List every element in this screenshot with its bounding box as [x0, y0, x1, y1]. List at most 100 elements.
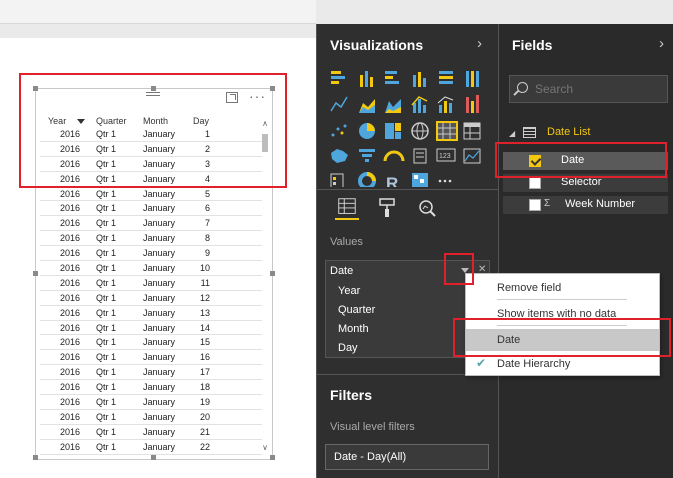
- fields-tab-icon[interactable]: [335, 196, 359, 220]
- svg-text:R: R: [386, 174, 398, 187]
- collapse-fields-icon[interactable]: ›: [659, 35, 664, 52]
- well-item-quarter[interactable]: Quarter: [338, 304, 375, 316]
- cell-month: January: [143, 203, 176, 214]
- 100-column-icon: [466, 71, 479, 87]
- table-row[interactable]: 2016 Qtr 1 January 14: [40, 321, 262, 336]
- multi-row-card-icon: [413, 148, 427, 164]
- annotation-box-table: [19, 73, 287, 188]
- table-row[interactable]: 2016 Qtr 1 January 17: [40, 365, 262, 381]
- well-item-year[interactable]: Year: [338, 285, 360, 297]
- resize-handle[interactable]: [270, 271, 275, 276]
- table-row[interactable]: 2016 Qtr 1 January 12: [40, 291, 262, 306]
- more-visuals-icon: [438, 179, 452, 183]
- card-icon: 123: [436, 148, 456, 162]
- scroll-down-icon[interactable]: ∨: [261, 444, 269, 452]
- cell-quarter: Qtr 1: [96, 426, 117, 437]
- search-icon: [517, 82, 528, 93]
- cell-month: January: [143, 411, 176, 422]
- cell-year: 2016: [59, 411, 80, 422]
- table-row[interactable]: 2016 Qtr 1 January 16: [40, 350, 262, 366]
- resize-handle[interactable]: [151, 455, 156, 460]
- expand-caret-icon[interactable]: ◢: [509, 129, 515, 138]
- cell-year: 2016: [59, 322, 80, 333]
- cell-day: 22: [199, 441, 210, 452]
- format-paint-roller-icon[interactable]: [375, 196, 399, 220]
- resize-handle[interactable]: [33, 271, 38, 276]
- cell-quarter: Qtr 1: [96, 218, 117, 229]
- cell-quarter: Qtr 1: [96, 441, 117, 452]
- cell-year: 2016: [59, 248, 80, 259]
- table-row[interactable]: 2016 Qtr 1 January 9: [40, 246, 262, 262]
- cell-quarter: Qtr 1: [96, 203, 117, 214]
- table-row[interactable]: 2016 Qtr 1 January 20: [40, 410, 262, 425]
- collapse-visualizations-icon[interactable]: ›: [477, 35, 482, 52]
- table-row[interactable]: 2016 Qtr 1 January 5: [40, 187, 262, 202]
- menu-remove-field[interactable]: Remove field: [466, 277, 659, 299]
- table-row[interactable]: 2016 Qtr 1 January 21: [40, 425, 262, 440]
- table-row[interactable]: 2016 Qtr 1 January 19: [40, 395, 262, 410]
- cell-day: 10: [199, 263, 210, 274]
- line-clustered-icon: [437, 96, 454, 113]
- table-row[interactable]: 2016 Qtr 1 January 10: [40, 261, 262, 276]
- filter-card-day[interactable]: Date - Day(All): [325, 444, 489, 470]
- cell-month: January: [143, 441, 176, 452]
- cell-day: 9: [204, 248, 210, 259]
- table-row[interactable]: 2016 Qtr 1 January 7: [40, 216, 262, 232]
- cell-quarter: Qtr 1: [96, 277, 117, 288]
- line-chart-icon: [330, 96, 348, 112]
- table-row[interactable]: 2016 Qtr 1 January 6: [40, 201, 262, 217]
- ribbon-chart-icon: [466, 95, 479, 113]
- table-row[interactable]: 2016 Qtr 1 January 22: [40, 440, 262, 455]
- viz-tab-bar: [317, 190, 499, 226]
- cell-day: 20: [199, 411, 210, 422]
- table-row[interactable]: 2016 Qtr 1 January 11: [40, 276, 262, 291]
- fields-search-box[interactable]: [509, 75, 668, 103]
- check-icon: ✔: [476, 356, 487, 370]
- cell-month: January: [143, 307, 176, 318]
- annotation-box-dropdown: [444, 253, 474, 285]
- well-item-day[interactable]: Day: [338, 342, 358, 354]
- field-checkbox[interactable]: [529, 177, 541, 189]
- clustered-bar-icon: [385, 71, 399, 84]
- table-row[interactable]: 2016 Qtr 1 January 8: [40, 231, 262, 247]
- cell-year: 2016: [59, 203, 80, 214]
- table-icon: [523, 127, 536, 138]
- cell-year: 2016: [59, 277, 80, 288]
- gauge-icon: [383, 150, 405, 162]
- treemap-icon: [385, 123, 401, 139]
- cell-month: January: [143, 426, 176, 437]
- field-week-number[interactable]: Σ Week Number: [503, 196, 668, 214]
- menu-label: Date Hierarchy: [497, 358, 571, 370]
- cell-year: 2016: [59, 233, 80, 244]
- cell-day: 21: [199, 426, 210, 437]
- resize-handle[interactable]: [270, 455, 275, 460]
- cell-quarter: Qtr 1: [96, 352, 117, 363]
- resize-handle[interactable]: [33, 455, 38, 460]
- scatter-chart-icon: [331, 124, 347, 137]
- cell-day: 17: [199, 367, 210, 378]
- filled-map-icon: [331, 149, 348, 163]
- cell-quarter: Qtr 1: [96, 188, 117, 199]
- cell-year: 2016: [59, 426, 80, 437]
- cell-quarter: Qtr 1: [96, 367, 117, 378]
- cell-month: January: [143, 218, 176, 229]
- table-icon-selected: [436, 121, 458, 141]
- cell-day: 6: [204, 203, 210, 214]
- cell-day: 13: [199, 307, 210, 318]
- visual-type-gallery[interactable]: 123 R: [323, 67, 489, 187]
- cell-quarter: Qtr 1: [96, 322, 117, 333]
- cell-quarter: Qtr 1: [96, 307, 117, 318]
- analytics-magnifier-icon[interactable]: [415, 196, 439, 220]
- well-item-month[interactable]: Month: [338, 323, 369, 335]
- well-field-date[interactable]: Date: [330, 265, 353, 277]
- fields-search-input[interactable]: [535, 80, 660, 98]
- field-label: Week Number: [565, 198, 636, 210]
- table-row[interactable]: 2016 Qtr 1 January 15: [40, 335, 262, 351]
- map-icon: [411, 122, 429, 140]
- cell-day: 18: [199, 382, 210, 393]
- field-checkbox[interactable]: [529, 199, 541, 211]
- table-row[interactable]: 2016 Qtr 1 January 13: [40, 306, 262, 321]
- table-row[interactable]: 2016 Qtr 1 January 18: [40, 380, 262, 396]
- cell-year: 2016: [59, 307, 80, 318]
- cell-day: 12: [199, 292, 210, 303]
